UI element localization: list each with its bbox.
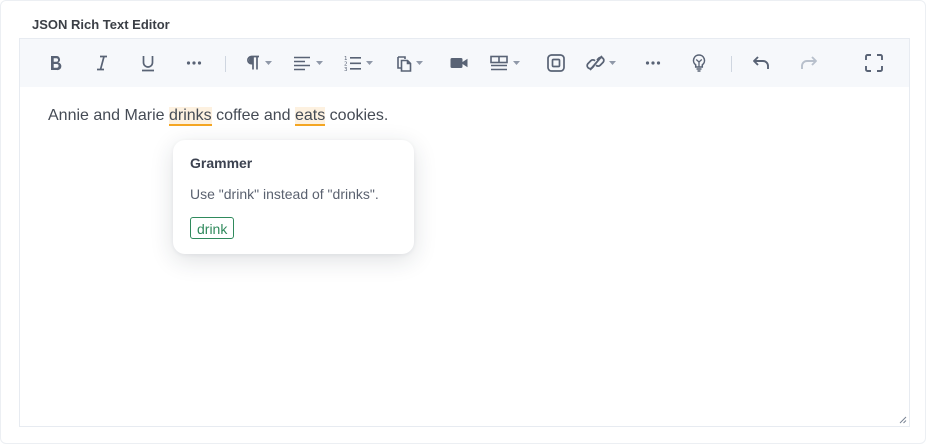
flagged-word-drinks[interactable]: drinks [168,107,212,126]
suggestion-button[interactable]: drink [190,217,235,239]
align-icon [294,56,323,71]
ai-icon [692,54,706,72]
more-insert-icon [645,61,661,65]
flagged-word-eats[interactable]: eats [294,107,326,126]
embed-icon [547,54,565,72]
italic-icon [97,55,107,71]
rich-text-editor: 1 2 3 Annie and Marie drinks coffee and … [19,38,910,427]
redo-icon [801,56,817,69]
video-button[interactable] [447,51,471,75]
undo-button[interactable] [750,51,774,75]
toolbar-separator [731,56,732,72]
underline-button[interactable] [136,51,160,75]
paragraph-dropdown[interactable] [244,51,276,75]
more-insert-button[interactable] [641,51,665,75]
italic-button[interactable] [90,51,114,75]
ai-assistant-button[interactable] [687,51,711,75]
undo-icon [753,56,769,69]
bold-button[interactable] [44,51,68,75]
align-dropdown[interactable] [292,51,326,75]
popup-title: Grammer [190,155,253,171]
table-icon [490,55,520,71]
text-segment: cookies. [325,107,389,124]
toolbar-separator [225,56,226,72]
fullscreen-button[interactable] [862,51,886,75]
more-format-icon [186,61,202,65]
text-segment: coffee and [211,107,295,124]
paste-dropdown[interactable] [395,51,429,75]
popup-message: Use "drink" instead of "drinks". [190,186,379,202]
text-segment: Annie and Marie [48,107,169,124]
redo-button[interactable] [796,51,820,75]
underline-icon [142,56,154,72]
resize-handle-icon[interactable] [897,414,907,424]
editor-content[interactable]: Annie and Marie drinks coffee and eats c… [48,107,389,126]
paragraph-icon [247,55,272,70]
video-icon [450,58,468,68]
bold-icon [51,56,62,71]
toolbar: 1 2 3 [20,39,909,87]
embed-button[interactable] [544,51,568,75]
ordered-list-icon: 1 2 3 [344,56,373,72]
table-dropdown[interactable] [489,51,525,75]
grammar-suggestion-popup: Grammer Use "drink" instead of "drinks".… [173,140,414,254]
fullscreen-icon [865,54,883,72]
editor-title: JSON Rich Text Editor [32,17,170,32]
more-format-button[interactable] [182,51,206,75]
ordered-list-dropdown[interactable]: 1 2 3 [343,51,377,75]
link-dropdown[interactable] [586,51,622,75]
svg-text:3: 3 [344,67,348,72]
link-icon [586,55,616,71]
page: JSON Rich Text Editor 1 2 3 Annie and Ma… [0,0,928,446]
paste-icon [397,56,423,72]
